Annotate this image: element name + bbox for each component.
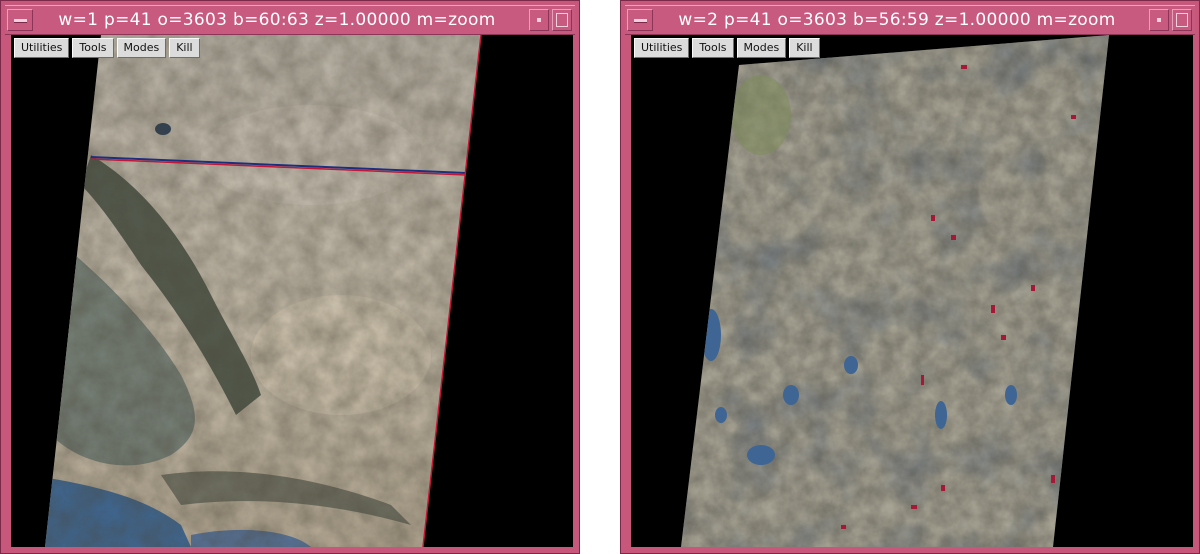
title-bar[interactable]: w=1 p=41 o=3603 b=60:63 z=1.00000 m=zoom — [5, 5, 575, 35]
modes-button[interactable]: Modes — [736, 38, 787, 58]
kill-button[interactable]: Kill — [789, 38, 820, 58]
maximize-button[interactable] — [1172, 9, 1192, 31]
tools-button[interactable]: Tools — [692, 38, 734, 58]
menu-bar-icon — [634, 19, 647, 23]
minimize-icon — [1157, 18, 1161, 22]
modes-button[interactable]: Modes — [116, 38, 167, 58]
kill-button[interactable]: Kill — [169, 38, 200, 58]
image-viewport[interactable]: Utilities Tools Modes Kill — [11, 35, 573, 547]
image-window-2: w=2 p=41 o=3603 b=56:59 z=1.00000 m=zoom — [620, 0, 1200, 554]
maximize-icon — [1176, 13, 1188, 27]
maximize-button[interactable] — [552, 9, 572, 31]
minimize-button[interactable] — [529, 9, 549, 31]
satellite-image-1 — [45, 35, 482, 547]
tools-button[interactable]: Tools — [72, 38, 114, 58]
utilities-button[interactable]: Utilities — [14, 38, 70, 58]
window-menu-button[interactable] — [627, 9, 653, 31]
minimize-icon — [537, 18, 541, 22]
toolbar: Utilities Tools Modes Kill — [631, 35, 820, 64]
window-title: w=2 p=41 o=3603 b=56:59 z=1.00000 m=zoom — [678, 10, 1116, 30]
maximize-icon — [556, 13, 568, 27]
image-window-1: w=1 p=41 o=3603 b=60:63 z=1.00000 m=zoom — [0, 0, 580, 554]
minimize-button[interactable] — [1149, 9, 1169, 31]
window-title: w=1 p=41 o=3603 b=60:63 z=1.00000 m=zoom — [58, 10, 496, 30]
title-bar[interactable]: w=2 p=41 o=3603 b=56:59 z=1.00000 m=zoom — [625, 5, 1195, 35]
toolbar: Utilities Tools Modes Kill — [11, 35, 200, 64]
image-viewport[interactable]: Utilities Tools Modes Kill — [631, 35, 1193, 547]
window-menu-button[interactable] — [7, 9, 33, 31]
utilities-button[interactable]: Utilities — [634, 38, 690, 58]
menu-bar-icon — [14, 19, 27, 23]
satellite-image-2 — [681, 35, 1109, 547]
